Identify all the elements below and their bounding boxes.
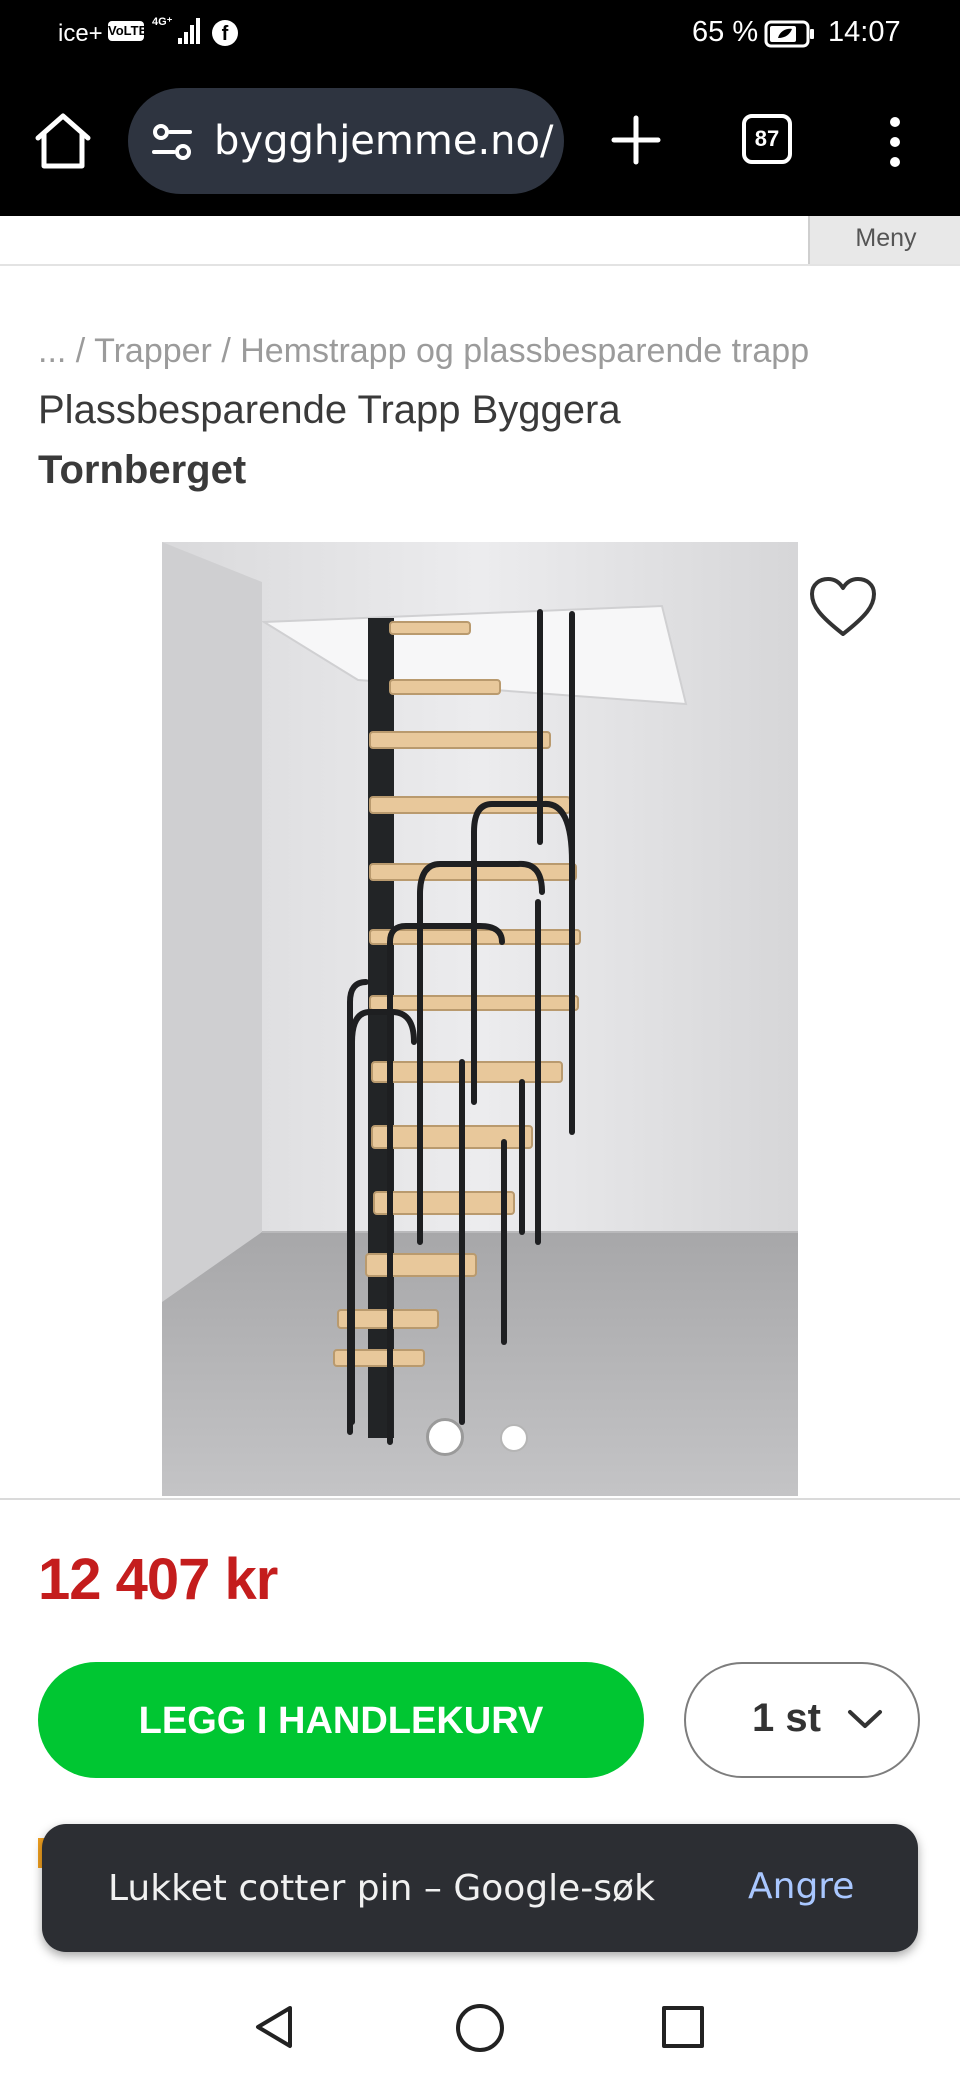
product-image[interactable] [162,542,798,1496]
breadcrumb-item-trapper[interactable]: Trapper [94,332,212,370]
quantity-select[interactable]: 1 st [684,1662,920,1778]
clock: 14:07 [828,16,901,48]
home-icon[interactable] [30,108,96,174]
volte-badge: VoLTE [108,21,147,41]
product-title: Plassbesparende Trapp Byggera [38,388,621,432]
breadcrumb-item-hemstrapp[interactable]: Hemstrapp og plassbesparende trapp [240,332,809,370]
site-settings-icon[interactable] [150,122,194,162]
url-text: bygghjemme.no/ [214,118,554,164]
back-icon[interactable] [252,2002,296,2052]
more-vert-icon[interactable] [880,112,910,172]
breadcrumb: ... / Trapper / Hemstrapp og plassbespar… [38,332,809,371]
add-to-cart-button[interactable]: LEGG I HANDLEKURV [38,1662,644,1778]
signal-icon: 4G⁺ [152,16,200,44]
breadcrumb-separator: / [211,332,241,370]
breadcrumb-ellipsis[interactable]: ... [38,332,66,370]
address-bar[interactable]: bygghjemme.no/ [128,88,564,194]
snackbar: Lukket cotter pin – Google-søk Angre [42,1824,918,1952]
carousel-dot-active[interactable] [426,1418,464,1456]
browser-toolbar: bygghjemme.no/ 87 [0,70,960,216]
chevron-down-icon [848,1710,882,1728]
undo-button[interactable]: Angre [748,1866,854,1907]
tab-switcher-icon[interactable]: 87 [742,114,792,164]
carrier-label: ice+ [58,20,103,47]
carousel-dot[interactable] [500,1424,528,1452]
product-brand: Tornberget [38,448,247,492]
breadcrumb-separator: / [66,332,95,370]
recents-icon[interactable] [662,2006,704,2048]
status-bar: ice+ VoLTE 4G⁺ f 65 % 14:07 [0,0,960,70]
site-header: Meny [0,216,960,266]
battery-percent: 65 % [692,16,759,48]
battery-icon [764,20,814,48]
menu-button[interactable]: Meny [808,216,960,264]
quantity-value: 1 st [752,1696,821,1740]
product-price: 12 407 kr [38,1547,278,1612]
new-tab-icon[interactable] [606,110,666,170]
svg-text:4G⁺: 4G⁺ [152,16,173,28]
heart-icon[interactable] [808,576,878,640]
snackbar-message: Lukket cotter pin – Google-søk [108,1868,655,1909]
facebook-icon: f [212,20,238,46]
spiral-staircase-illustration [162,542,798,1496]
divider [0,1498,960,1500]
home-nav-icon[interactable] [456,2004,504,2052]
